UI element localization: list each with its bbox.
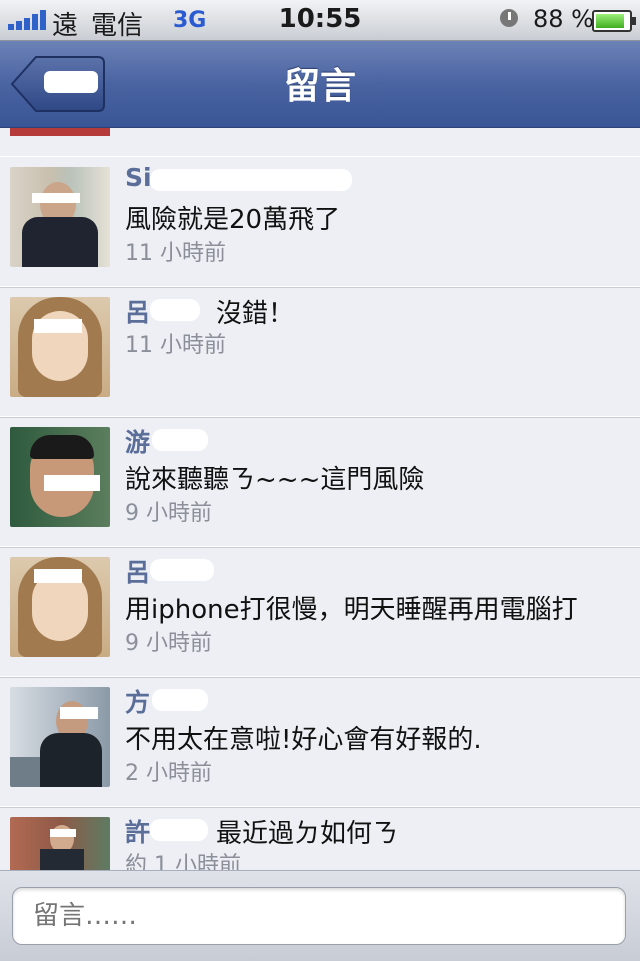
commenter-name[interactable]: Si — [125, 163, 152, 192]
avatar[interactable] — [10, 687, 110, 787]
redaction — [152, 689, 208, 711]
battery-icon — [592, 10, 636, 32]
comment-text: 說來聽聽ㄋ~~~這門風險 — [125, 465, 425, 495]
redaction — [150, 169, 352, 191]
comment-text: 風險就是20萬飛了 — [125, 205, 341, 235]
comment-row[interactable]: 方 不用太在意啦!好心會有好報的. 2 小時前 — [0, 676, 640, 808]
comment-text: 不用太在意啦!好心會有好報的. — [125, 725, 482, 755]
commenter-name[interactable]: 呂 — [125, 293, 150, 329]
comment-time: 9 小時前 — [125, 501, 212, 526]
avatar[interactable] — [10, 557, 110, 657]
avatar[interactable] — [10, 427, 110, 527]
redaction — [152, 429, 208, 451]
comment-text: 沒錯！ — [216, 299, 295, 329]
battery-percent: 88 % — [533, 5, 594, 33]
list-item — [0, 128, 640, 157]
redaction — [150, 819, 208, 841]
comment-time: 約 1 小時前 — [125, 853, 241, 870]
avatar[interactable] — [10, 297, 110, 397]
avatar[interactable] — [10, 817, 110, 870]
page-title: 留言 — [283, 66, 356, 107]
commenter-name[interactable]: 呂 — [125, 553, 150, 589]
comment-input[interactable] — [12, 887, 626, 945]
redaction — [150, 559, 214, 581]
comment-text: 最近過ㄉ如何ㄋ — [216, 819, 399, 849]
comment-row[interactable]: 呂 用iphone打很慢，明天睡醒再用電腦打 9 小時前 — [0, 546, 640, 678]
comment-time: 9 小時前 — [125, 631, 212, 656]
comment-list[interactable]: Si 風險就是20萬飛了 11 小時前 呂 沒錯！ 11 小時前 游 說來聽聽ㄋ… — [0, 128, 640, 870]
avatar — [10, 128, 110, 136]
comment-row[interactable]: 呂 沒錯！ 11 小時前 — [0, 286, 640, 418]
commenter-name[interactable]: 方 — [125, 683, 150, 719]
redaction — [150, 299, 200, 321]
comment-time: 11 小時前 — [125, 333, 226, 358]
comment-time: 2 小時前 — [125, 761, 212, 786]
comment-time: 11 小時前 — [125, 241, 226, 266]
avatar[interactable] — [10, 167, 110, 267]
clock-icon — [500, 9, 518, 27]
navigation-bar: 留言 — [0, 41, 640, 128]
comment-composer — [0, 870, 640, 961]
commenter-name[interactable]: 許 — [125, 813, 150, 849]
status-bar: 遠 電信 3G 10:55 88 % — [0, 0, 640, 41]
comment-row[interactable]: Si 風險就是20萬飛了 11 小時前 — [0, 156, 640, 288]
comment-row[interactable]: 許 最近過ㄉ如何ㄋ 約 1 小時前 — [0, 806, 640, 870]
commenter-name[interactable]: 游 — [125, 423, 150, 459]
comment-text: 用iphone打很慢，明天睡醒再用電腦打 — [125, 595, 578, 625]
comment-row[interactable]: 游 說來聽聽ㄋ~~~這門風險 9 小時前 — [0, 416, 640, 548]
